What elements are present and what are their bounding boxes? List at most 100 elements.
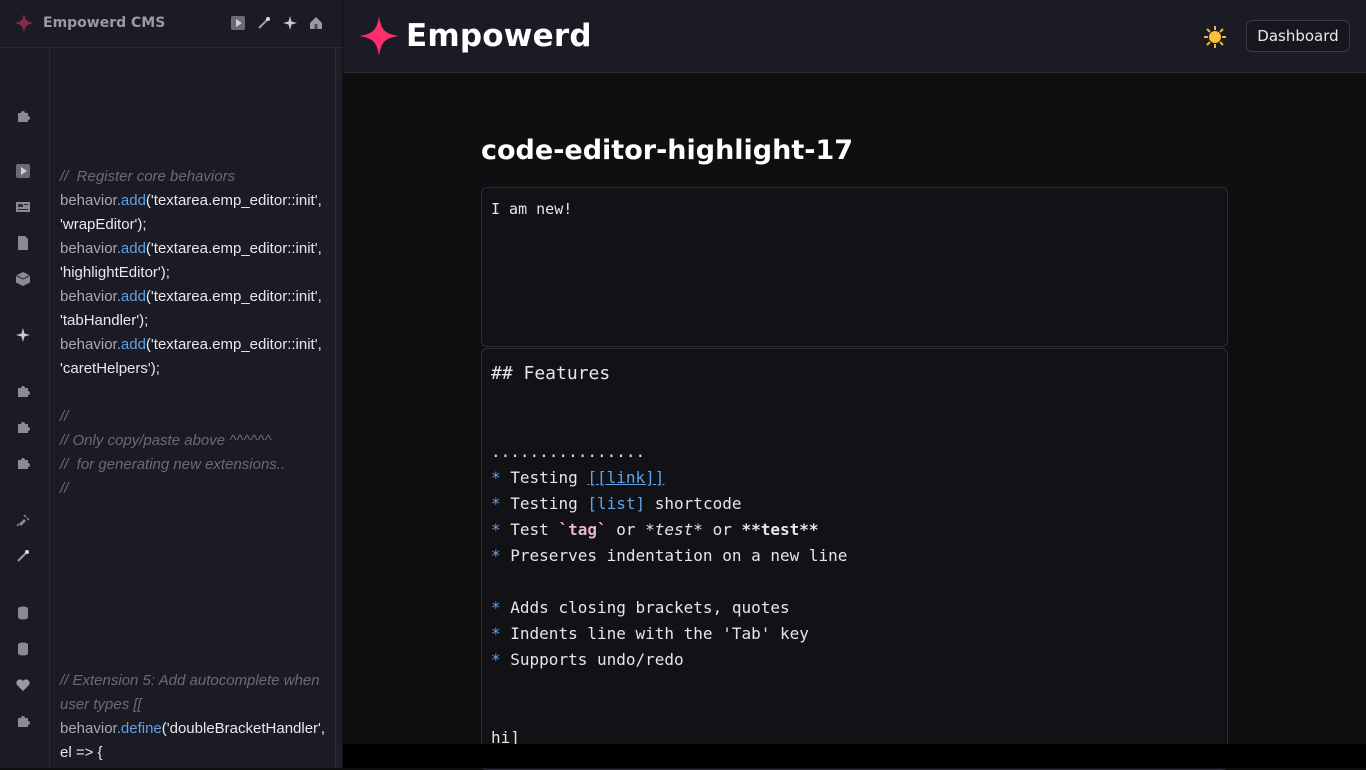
code-comment: // bbox=[60, 480, 69, 497]
md-text: Preserves indentation on a new line bbox=[500, 546, 848, 565]
md-blank bbox=[491, 569, 847, 595]
md-blank bbox=[491, 699, 847, 725]
code-comment: // for generating new extensions.. bbox=[60, 456, 286, 473]
sparkle-logo-icon bbox=[359, 16, 399, 56]
md-link[interactable]: [[link]] bbox=[587, 468, 664, 487]
code-blank bbox=[60, 573, 330, 597]
wand-icon[interactable] bbox=[256, 15, 272, 31]
home-icon[interactable] bbox=[308, 15, 324, 31]
md-text: Testing bbox=[500, 468, 588, 487]
md-list-item: * Preserves indentation on a new line bbox=[491, 543, 847, 569]
code-blank bbox=[60, 549, 330, 573]
md-bullet: * bbox=[491, 520, 501, 539]
code-method: add bbox=[120, 240, 146, 257]
extension-rail bbox=[0, 48, 50, 768]
code-line: behavior.add('textarea.emp_editor::init'… bbox=[60, 189, 330, 237]
puzzle-icon[interactable] bbox=[14, 455, 32, 473]
plain-editor-text: I am new! bbox=[491, 200, 573, 218]
news-icon[interactable] bbox=[14, 199, 32, 217]
code-object: behavior. bbox=[60, 336, 121, 353]
md-emphasis: *test* bbox=[645, 520, 703, 539]
sparkles-icon[interactable] bbox=[14, 327, 32, 345]
puzzle-icon[interactable] bbox=[14, 713, 32, 731]
dashboard-button[interactable]: Dashboard bbox=[1246, 20, 1350, 52]
code-blank bbox=[60, 501, 330, 525]
md-text: Test bbox=[500, 520, 559, 539]
puzzle-icon[interactable] bbox=[14, 383, 32, 401]
md-blank bbox=[491, 387, 847, 413]
page-icon[interactable] bbox=[14, 235, 32, 253]
panel-header: Empowerd CMS bbox=[0, 0, 342, 48]
top-bar: Empowerd Dashboard bbox=[343, 0, 1366, 73]
md-blank bbox=[491, 673, 847, 699]
md-text: or bbox=[702, 520, 742, 539]
md-list-item: * Adds closing brackets, quotes bbox=[491, 595, 847, 621]
wand-icon[interactable] bbox=[14, 548, 32, 566]
md-text: Testing bbox=[500, 494, 588, 513]
sparkles-icon[interactable] bbox=[282, 15, 298, 31]
code-line: behavior.add('textarea.emp_editor::init'… bbox=[60, 237, 330, 285]
bottom-bar bbox=[343, 744, 1366, 768]
code-editor[interactable]: // Register core behaviors behavior.add(… bbox=[60, 165, 330, 765]
code-comment: // Only copy/paste above ^^^^^^ bbox=[60, 432, 272, 449]
markdown-content: ## Features ................ * Testing [… bbox=[491, 361, 847, 751]
md-list-item: * Testing [list] shortcode bbox=[491, 491, 847, 517]
md-list-item: * Indents line with the 'Tab' key bbox=[491, 621, 847, 647]
code-method: add bbox=[120, 192, 146, 209]
md-blank bbox=[491, 413, 847, 439]
md-bullet: * bbox=[491, 650, 501, 669]
md-bullet: * bbox=[491, 624, 501, 643]
panel-header-icons bbox=[230, 15, 324, 31]
panel-brand[interactable]: Empowerd CMS bbox=[14, 13, 165, 33]
md-code-tag: `tag` bbox=[558, 520, 607, 539]
code-blank bbox=[60, 621, 330, 645]
puzzle-icon[interactable] bbox=[14, 419, 32, 437]
md-list-item: * Testing [[link]] bbox=[491, 465, 847, 491]
md-text: Supports undo/redo bbox=[500, 650, 684, 669]
site-title: Empowerd bbox=[406, 18, 592, 54]
code-method: add bbox=[120, 336, 146, 353]
panel-app-name: Empowerd CMS bbox=[43, 15, 166, 31]
md-text: Adds closing brackets, quotes bbox=[500, 598, 790, 617]
md-text: Indents line with the 'Tab' key bbox=[500, 624, 809, 643]
sparkle-logo-icon bbox=[14, 13, 34, 33]
code-blank bbox=[60, 525, 330, 549]
code-panel: Empowerd CMS // Register core behaviors … bbox=[0, 0, 342, 768]
md-bullet: * bbox=[491, 494, 501, 513]
md-bullet: * bbox=[491, 598, 501, 617]
plug-icon[interactable] bbox=[14, 512, 32, 530]
panel-scrollbar[interactable] bbox=[335, 48, 342, 768]
code-line: behavior.add('textarea.emp_editor::init'… bbox=[60, 333, 330, 381]
code-line: behavior.define('doubleBracketHandler', … bbox=[60, 717, 330, 765]
play-icon[interactable] bbox=[230, 15, 246, 31]
code-object: behavior. bbox=[60, 192, 121, 209]
md-text: or bbox=[606, 520, 646, 539]
code-blank bbox=[60, 597, 330, 621]
code-object: behavior. bbox=[60, 720, 121, 737]
database-icon[interactable] bbox=[14, 641, 32, 659]
code-blank bbox=[60, 381, 330, 405]
plain-editor[interactable]: I am new! bbox=[481, 187, 1228, 347]
main-content: code-editor-highlight-17 I am new! ## Fe… bbox=[343, 73, 1366, 770]
box-icon[interactable] bbox=[14, 271, 32, 289]
code-method: add bbox=[120, 288, 146, 305]
code-object: behavior. bbox=[60, 240, 121, 257]
sun-icon[interactable] bbox=[1204, 26, 1226, 48]
play-icon[interactable] bbox=[14, 163, 32, 181]
site-brand[interactable]: Empowerd bbox=[359, 16, 592, 56]
code-comment: // bbox=[60, 408, 69, 425]
md-bullet: * bbox=[491, 468, 501, 487]
md-heading: ## Features bbox=[491, 363, 611, 384]
md-bullet: * bbox=[491, 546, 501, 565]
md-strong: **test** bbox=[741, 520, 819, 539]
md-text: shortcode bbox=[645, 494, 742, 513]
heart-icon[interactable] bbox=[14, 677, 32, 695]
md-list-item: * Supports undo/redo bbox=[491, 647, 847, 673]
puzzle-icon[interactable] bbox=[14, 108, 32, 126]
md-list-item: * Test `tag` or *test* or **test** bbox=[491, 517, 847, 543]
md-shortcode: [list] bbox=[587, 494, 646, 513]
code-method: define bbox=[120, 720, 162, 737]
code-blank bbox=[60, 645, 330, 669]
markdown-editor[interactable]: ## Features ................ * Testing [… bbox=[481, 348, 1228, 770]
database-icon[interactable] bbox=[14, 605, 32, 623]
